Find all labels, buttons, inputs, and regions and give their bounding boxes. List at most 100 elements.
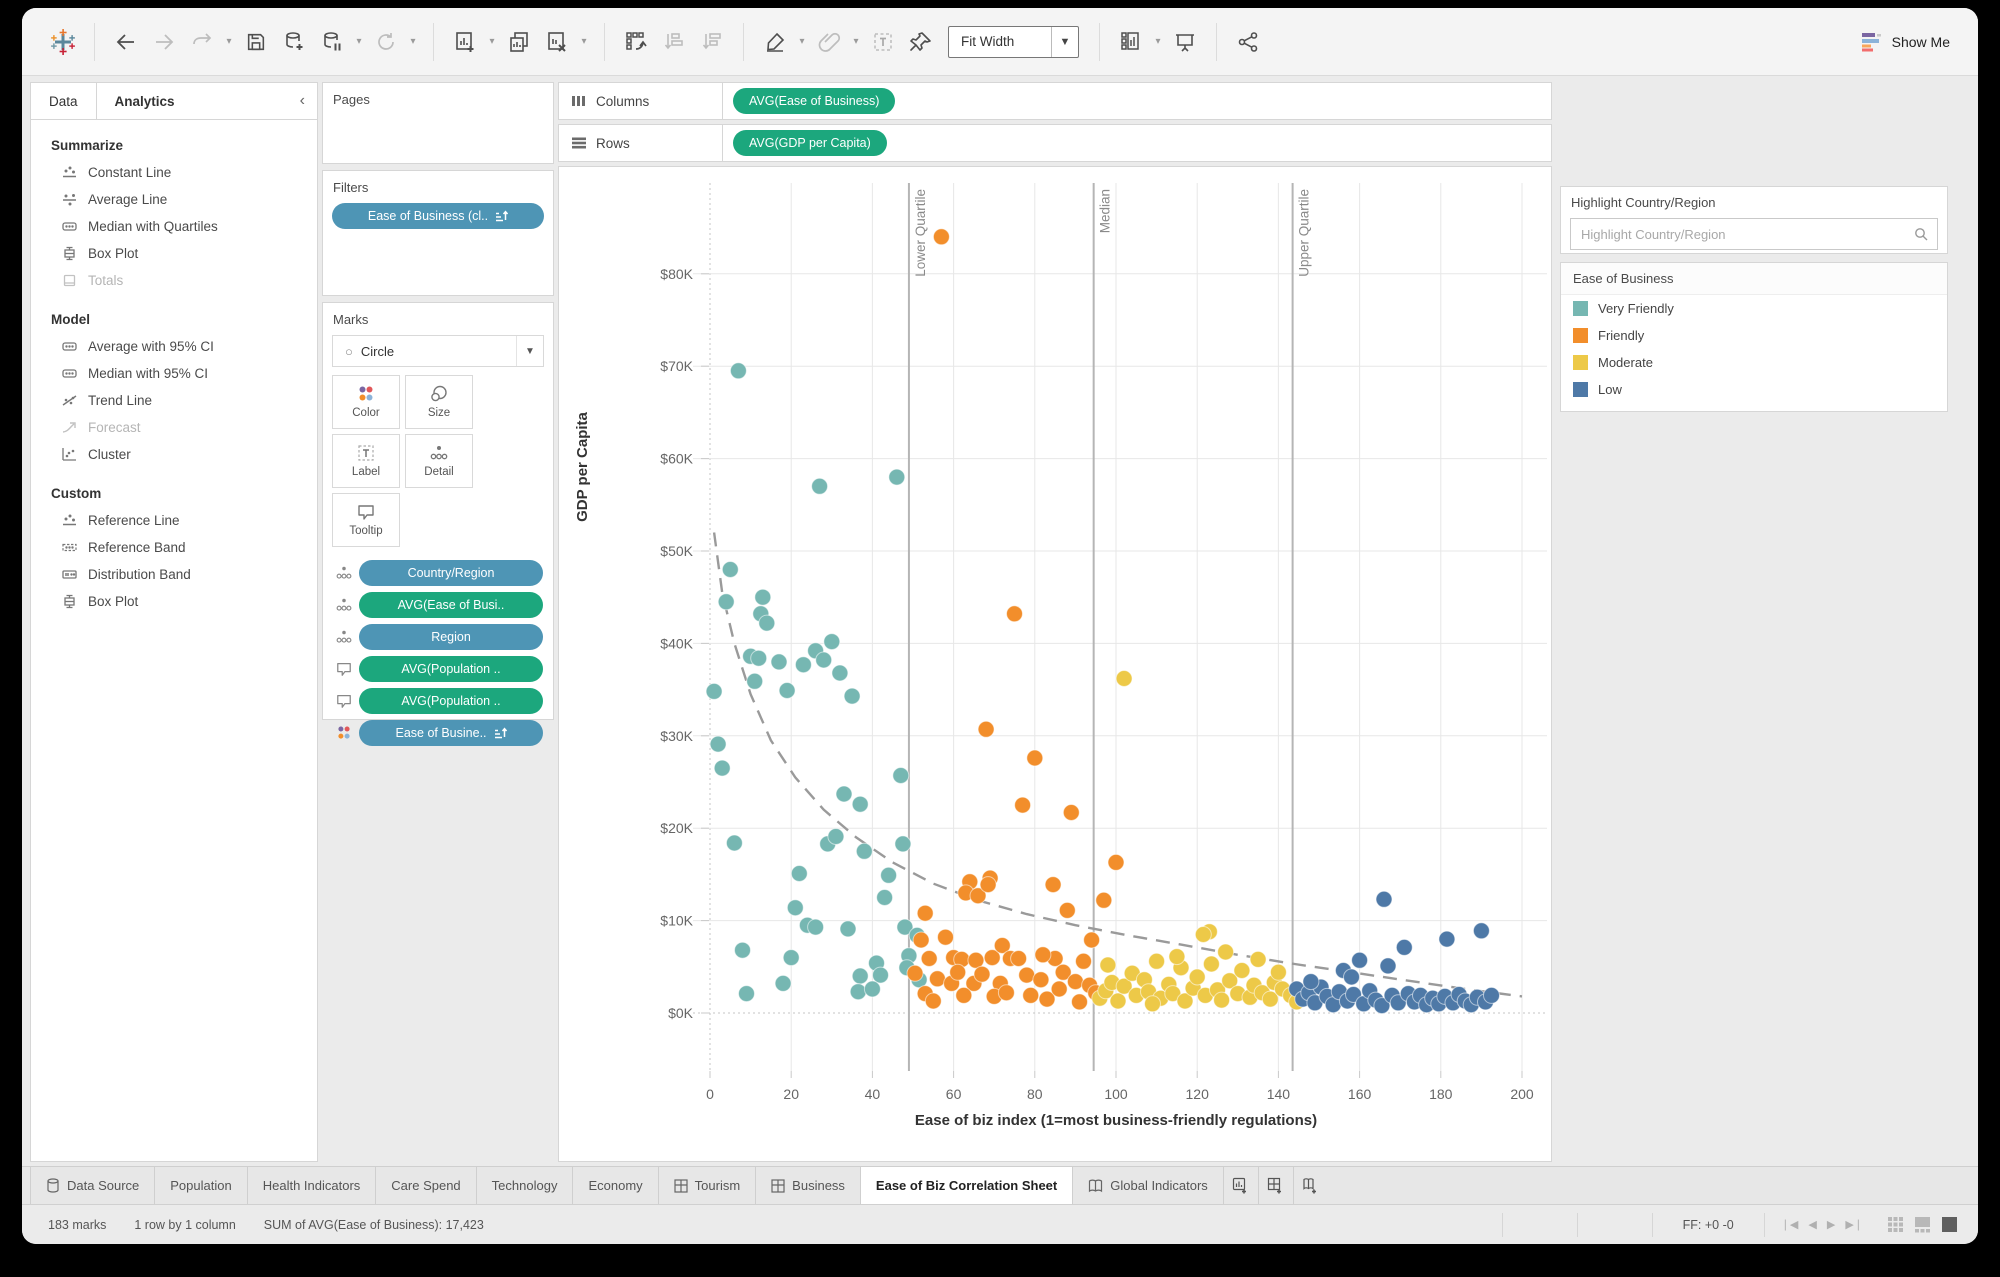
show-hide-cards-button[interactable] — [1114, 25, 1148, 59]
mark-circle[interactable] — [811, 477, 829, 495]
mark-circle[interactable] — [949, 963, 967, 981]
pause-auto-updates-button[interactable] — [315, 25, 349, 59]
mark-circle[interactable] — [835, 785, 853, 803]
legend-item-friendly[interactable]: Friendly — [1561, 322, 1947, 349]
analytics-item-custom-box-plot[interactable]: Box Plot — [31, 588, 317, 615]
search-icon[interactable] — [1913, 226, 1929, 242]
mark-circle[interactable] — [1010, 950, 1028, 967]
tab-tourism[interactable]: Tourism — [659, 1167, 757, 1204]
analytics-item-box-plot[interactable]: Box Plot — [31, 240, 317, 267]
mark-circle[interactable] — [1026, 749, 1044, 767]
mark-circle[interactable] — [794, 656, 812, 674]
mark-circle[interactable] — [1006, 605, 1023, 623]
mark-circle[interactable] — [1075, 952, 1092, 970]
pill-region[interactable]: Region — [359, 624, 543, 650]
pill-country-region[interactable]: Country/Region — [359, 560, 543, 586]
mark-circle[interactable] — [1148, 952, 1166, 970]
columns-shelf[interactable]: Columns AVG(Ease of Business) — [558, 82, 1552, 120]
analytics-item-average-line[interactable]: Average Line — [31, 186, 317, 213]
sort-descending-button[interactable] — [695, 25, 729, 59]
fix-axes-button[interactable] — [904, 25, 938, 59]
mark-circle[interactable] — [1188, 968, 1206, 986]
clear-sheet-caret[interactable]: ▾ — [578, 36, 590, 47]
filters-shelf[interactable]: Filters Ease of Business (cl.. — [322, 170, 554, 296]
new-story-tab-button[interactable] — [1294, 1167, 1328, 1204]
mark-circle[interactable] — [1375, 890, 1393, 908]
analytics-item-trend-line[interactable]: Trend Line — [31, 387, 317, 414]
first-page-icon[interactable]: ❘◀ — [1781, 1218, 1799, 1231]
legend-item-moderate[interactable]: Moderate — [1561, 349, 1947, 376]
mark-circle[interactable] — [754, 588, 772, 606]
mark-circle[interactable] — [1379, 957, 1397, 975]
tab-analytics[interactable]: Analytics — [97, 83, 193, 119]
mark-circle[interactable] — [912, 931, 930, 949]
mark-circle[interactable] — [1095, 891, 1113, 909]
mark-circle[interactable] — [894, 835, 912, 853]
sort-ascending-button[interactable] — [657, 25, 691, 59]
mark-type-dropdown[interactable]: ○ Circle ▼ — [332, 335, 544, 367]
mark-circle[interactable] — [807, 918, 825, 936]
mark-circle[interactable] — [1269, 963, 1287, 981]
mark-circle[interactable] — [1438, 930, 1456, 948]
columns-pill-avg-ease-of-business[interactable]: AVG(Ease of Business) — [733, 88, 896, 114]
mark-circle[interactable] — [1217, 943, 1235, 961]
mark-circle[interactable] — [713, 759, 731, 777]
run-update-caret[interactable]: ▾ — [407, 36, 419, 47]
back-button[interactable] — [109, 25, 143, 59]
mark-circle[interactable] — [778, 682, 796, 699]
mark-circle[interactable] — [1066, 973, 1084, 991]
mark-circle[interactable] — [932, 228, 950, 246]
new-worksheet-tab-button[interactable] — [1224, 1167, 1259, 1204]
mark-circle[interactable] — [782, 949, 800, 967]
mark-circle[interactable] — [1395, 938, 1413, 956]
show-hide-cards-caret[interactable]: ▾ — [1152, 36, 1164, 47]
new-worksheet-caret[interactable]: ▾ — [486, 36, 498, 47]
mark-circle[interactable] — [1144, 995, 1161, 1013]
tooltip-button[interactable]: Tooltip — [332, 493, 400, 547]
mark-circle[interactable] — [1018, 966, 1036, 984]
mark-circle[interactable] — [1343, 968, 1360, 986]
pill-avg-ease-of-business[interactable]: AVG(Ease of Busi.. — [359, 592, 543, 618]
last-page-icon[interactable]: ▶❘ — [1845, 1218, 1863, 1231]
mark-circle[interactable] — [725, 834, 743, 852]
mark-circle[interactable] — [1107, 853, 1125, 871]
mark-circle[interactable] — [1062, 804, 1080, 821]
tab-ease-of-biz-correlation-sheet[interactable]: Ease of Biz Correlation Sheet — [860, 1167, 1074, 1204]
analytics-item-constant-line[interactable]: Constant Line — [31, 159, 317, 186]
tab-care-spend[interactable]: Care Spend — [376, 1167, 477, 1204]
highlight-caret[interactable]: ▾ — [796, 36, 808, 47]
mark-circle[interactable] — [863, 980, 881, 998]
duplicate-sheet-button[interactable] — [502, 25, 536, 59]
show-me-button[interactable]: Show Me — [1861, 25, 1950, 59]
rows-pill-avg-gdp-per-capita[interactable]: AVG(GDP per Capita) — [733, 130, 887, 156]
analytics-item-average-ci[interactable]: Average with 95% CI — [31, 333, 317, 360]
new-worksheet-button[interactable] — [448, 25, 482, 59]
mark-circle[interactable] — [851, 795, 869, 813]
group-members-caret[interactable]: ▾ — [850, 36, 862, 47]
mark-circle[interactable] — [790, 865, 808, 882]
legend-item-very-friendly[interactable]: Very Friendly — [1561, 295, 1947, 322]
mark-circle[interactable] — [1483, 986, 1500, 1004]
mark-circle[interactable] — [823, 633, 841, 651]
mark-circle[interactable] — [1034, 946, 1052, 964]
swap-rows-columns-button[interactable] — [619, 25, 653, 59]
mark-circle[interactable] — [1058, 901, 1076, 919]
presentation-mode-button[interactable] — [1168, 25, 1202, 59]
mark-circle[interactable] — [717, 593, 735, 611]
mark-circle[interactable] — [1168, 948, 1186, 966]
mark-circle[interactable] — [770, 653, 788, 671]
tab-health-indicators[interactable]: Health Indicators — [248, 1167, 377, 1204]
mark-circle[interactable] — [709, 735, 727, 753]
analytics-item-reference-line[interactable]: Reference Line — [31, 507, 317, 534]
run-update-button[interactable] — [369, 25, 403, 59]
rows-shelf[interactable]: Rows AVG(GDP per Capita) — [558, 124, 1552, 162]
mark-circle[interactable] — [1050, 980, 1068, 998]
forward-button[interactable] — [147, 25, 181, 59]
mark-circle[interactable] — [1194, 926, 1212, 943]
next-page-icon[interactable]: ▶ — [1827, 1218, 1835, 1231]
highlight-button[interactable] — [758, 25, 792, 59]
mark-circle[interactable] — [1115, 670, 1133, 687]
mark-circle[interactable] — [1083, 931, 1101, 949]
mark-circle[interactable] — [774, 974, 792, 992]
mark-circle[interactable] — [937, 928, 954, 946]
